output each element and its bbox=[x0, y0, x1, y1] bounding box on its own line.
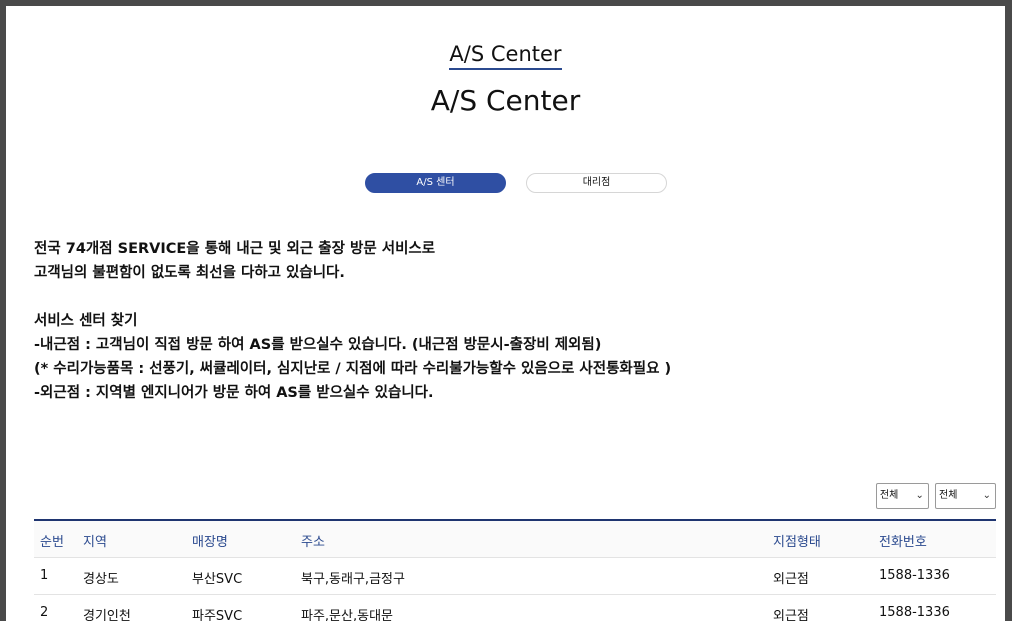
table-row[interactable]: 1 경상도 부산SVC 북구,동래구,금정구 외근점 1588-1336 bbox=[34, 558, 996, 595]
table-cell: 외근점 bbox=[773, 572, 809, 587]
intro-text: 전국 74개점 SERVICE을 통해 내근 및 외근 출장 방문 서비스로 고… bbox=[34, 237, 974, 405]
as-center-table: 순번 지역 매장명 주소 지점형태 전화번호 1 경상도 부산SVC 북구,동래… bbox=[34, 519, 996, 621]
table-cell: 외근점 bbox=[773, 609, 809, 621]
chevron-down-icon: ⌄ bbox=[982, 490, 991, 501]
column-header: 매장명 bbox=[192, 535, 228, 550]
column-header: 전화번호 bbox=[879, 535, 927, 550]
intro-line: -외근점 : 지역별 엔지니어가 방문 하여 AS를 받으실수 있습니다. bbox=[34, 385, 434, 401]
tab-as-center[interactable]: A/S 센터 bbox=[365, 173, 506, 193]
table-cell: 파주,문산,동대문 bbox=[301, 609, 393, 621]
intro-line: 고객님의 불편함이 없도록 최선을 다하고 있습니다. bbox=[34, 265, 345, 281]
chevron-down-icon: ⌄ bbox=[915, 490, 924, 501]
header-section-title: A/S Center bbox=[6, 42, 1005, 70]
column-header: 순번 bbox=[40, 535, 64, 550]
page: A/S Center A/S Center A/S 센터 대리점 전국 74개점… bbox=[6, 6, 1005, 621]
table-cell: 부산SVC bbox=[192, 572, 243, 587]
filter-bar: 전체 ⌄ 전체 ⌄ bbox=[875, 483, 996, 509]
table-cell: 경상도 bbox=[83, 572, 119, 587]
page-title: A/S Center bbox=[430, 84, 581, 117]
table-cell: 1588-1336 bbox=[879, 568, 950, 583]
table-cell: 1 bbox=[40, 568, 49, 583]
column-header: 지역 bbox=[83, 535, 107, 550]
intro-line: (* 수리가능품목 : 선풍기, 써큘레이터, 심지난로 / 지점에 따라 수리… bbox=[34, 361, 672, 377]
table-cell: 경기인천 bbox=[83, 609, 131, 621]
table-cell: 북구,동래구,금정구 bbox=[301, 572, 405, 587]
type-select[interactable]: 전체 ⌄ bbox=[935, 483, 996, 509]
table-cell: 파주SVC bbox=[192, 609, 243, 621]
table-row[interactable]: 2 경기인천 파주SVC 파주,문산,동대문 외근점 1588-1336 bbox=[34, 595, 996, 621]
column-header: 주소 bbox=[301, 535, 325, 550]
region-select-value: 전체 bbox=[879, 490, 899, 501]
tab-bar: A/S 센터 대리점 bbox=[365, 173, 667, 193]
tab-dealer[interactable]: 대리점 bbox=[526, 173, 667, 193]
table-cell: 1588-1336 bbox=[879, 605, 950, 620]
intro-line: 전국 74개점 SERVICE을 통해 내근 및 외근 출장 방문 서비스로 bbox=[34, 241, 436, 257]
column-header: 지점형태 bbox=[773, 535, 821, 550]
section-title-link[interactable]: A/S Center bbox=[449, 42, 562, 70]
intro-line: -내근점 : 고객님이 직접 방문 하여 AS를 받으실수 있습니다. (내근점… bbox=[34, 337, 602, 353]
region-select[interactable]: 전체 ⌄ bbox=[875, 483, 929, 509]
table-cell: 2 bbox=[40, 605, 49, 620]
type-select-value: 전체 bbox=[939, 490, 958, 501]
intro-subheading: 서비스 센터 찾기 bbox=[34, 313, 138, 329]
table-header-row: 순번 지역 매장명 주소 지점형태 전화번호 bbox=[34, 521, 996, 558]
